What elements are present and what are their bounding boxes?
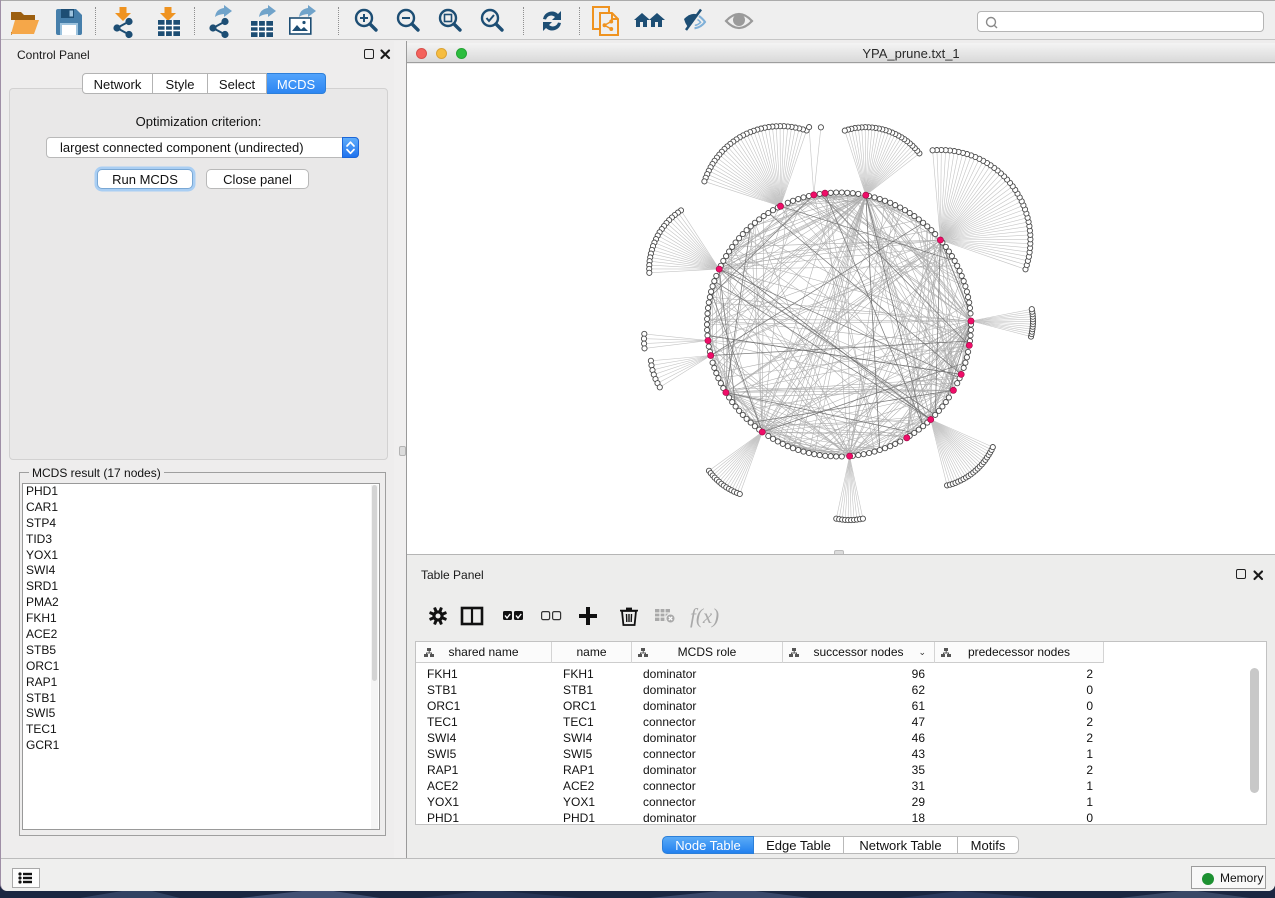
svg-text:f(x): f(x) xyxy=(690,604,719,628)
